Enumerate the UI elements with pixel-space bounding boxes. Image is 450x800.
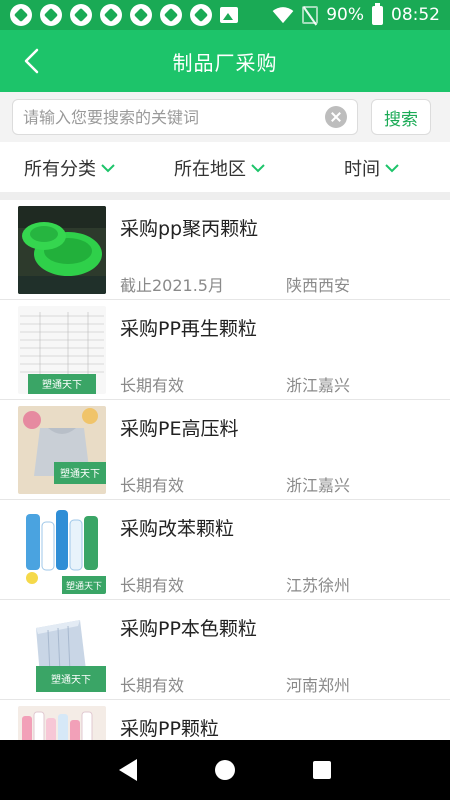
item-title: 采购PE高压料 xyxy=(120,418,239,440)
chevron-down-icon xyxy=(385,164,399,173)
item-location: 陕西西安 xyxy=(286,276,351,295)
thumb-caption: 塑通天下 xyxy=(42,379,82,391)
chevron-left-icon[interactable] xyxy=(18,46,48,76)
notification-icon xyxy=(100,4,122,26)
item-location: 浙江嘉兴 xyxy=(286,376,351,395)
item-thumbnail xyxy=(18,706,106,740)
purchase-list: 采购pp聚丙颗粒 截止2021.5月 陕西西安 塑通天下 采购PP再生颗粒 长期… xyxy=(0,200,450,740)
status-bar: 90% 08:52 xyxy=(0,0,450,30)
chevron-down-icon xyxy=(251,164,265,173)
item-thumbnail xyxy=(18,206,106,294)
list-item[interactable]: 塑通天下 采购PE高压料 长期有效 浙江嘉兴 xyxy=(0,400,450,500)
notification-icon xyxy=(190,4,212,26)
system-nav-bar xyxy=(0,740,450,800)
chevron-down-icon xyxy=(101,164,115,173)
item-thumbnail: 塑通天下 xyxy=(18,406,106,494)
item-term: 长期有效 xyxy=(120,576,185,595)
list-item[interactable]: 塑通天下 采购PP本色颗粒 长期有效 河南郑州 xyxy=(0,600,450,700)
recent-apps-icon[interactable] xyxy=(313,761,331,779)
filter-category[interactable]: 所有分类 xyxy=(24,155,116,181)
title-bar: 制品厂采购 xyxy=(0,30,450,92)
section-divider xyxy=(0,192,450,200)
search-box[interactable] xyxy=(12,99,358,135)
item-term: 长期有效 xyxy=(120,476,185,495)
filter-time[interactable]: 时间 xyxy=(344,155,400,181)
battery-percent: 90% xyxy=(326,5,364,25)
item-title: 采购pp聚丙颗粒 xyxy=(120,218,259,240)
thumb-caption: 塑通天下 xyxy=(60,468,100,480)
item-location: 浙江嘉兴 xyxy=(286,476,351,495)
wifi-icon xyxy=(272,7,294,24)
item-title: 采购PP颗粒 xyxy=(120,718,219,740)
filter-time-label: 时间 xyxy=(344,159,380,180)
item-term: 长期有效 xyxy=(120,676,185,695)
clear-icon[interactable] xyxy=(325,106,347,128)
item-location: 江苏徐州 xyxy=(286,576,351,595)
filter-row: 所有分类 所在地区 时间 xyxy=(0,142,450,192)
search-input[interactable] xyxy=(23,107,325,127)
item-thumbnail: 塑通天下 xyxy=(18,506,106,594)
thumb-caption: 塑通天下 xyxy=(66,581,102,592)
search-row: 搜索 xyxy=(0,92,450,142)
item-term: 长期有效 xyxy=(120,376,185,395)
list-item[interactable]: 塑通天下 采购PP再生颗粒 长期有效 浙江嘉兴 xyxy=(0,300,450,400)
image-icon xyxy=(220,7,238,23)
thumb-caption: 塑通天下 xyxy=(51,674,91,686)
item-title: 采购PP本色颗粒 xyxy=(120,618,257,640)
item-thumbnail: 塑通天下 xyxy=(18,306,106,394)
notification-icon xyxy=(70,4,92,26)
list-item[interactable]: 塑通天下 采购改苯颗粒 长期有效 江苏徐州 xyxy=(0,500,450,600)
item-thumbnail: 塑通天下 xyxy=(18,606,106,694)
page-title: 制品厂采购 xyxy=(172,50,278,75)
notification-icon xyxy=(10,4,32,26)
back-triangle-icon[interactable] xyxy=(119,759,137,781)
search-button[interactable]: 搜索 xyxy=(371,99,431,135)
notification-icon xyxy=(130,4,152,26)
item-term: 截止2021.5月 xyxy=(120,276,224,295)
filter-region[interactable]: 所在地区 xyxy=(174,155,266,181)
list-item[interactable]: 采购PP颗粒 xyxy=(0,700,450,740)
notification-icon xyxy=(160,4,182,26)
filter-region-label: 所在地区 xyxy=(174,159,246,180)
item-location: 河南郑州 xyxy=(286,676,351,695)
status-right: 90% 08:52 xyxy=(272,2,440,25)
list-item[interactable]: 采购pp聚丙颗粒 截止2021.5月 陕西西安 xyxy=(0,200,450,300)
notification-icons xyxy=(10,4,238,26)
no-sim-icon xyxy=(302,6,319,24)
item-title: 采购PP再生颗粒 xyxy=(120,318,257,340)
filter-category-label: 所有分类 xyxy=(24,159,96,180)
item-title: 采购改苯颗粒 xyxy=(120,518,235,540)
notification-icon xyxy=(40,4,62,26)
battery-icon xyxy=(372,2,383,25)
home-circle-icon[interactable] xyxy=(215,760,235,780)
clock: 08:52 xyxy=(391,5,440,25)
